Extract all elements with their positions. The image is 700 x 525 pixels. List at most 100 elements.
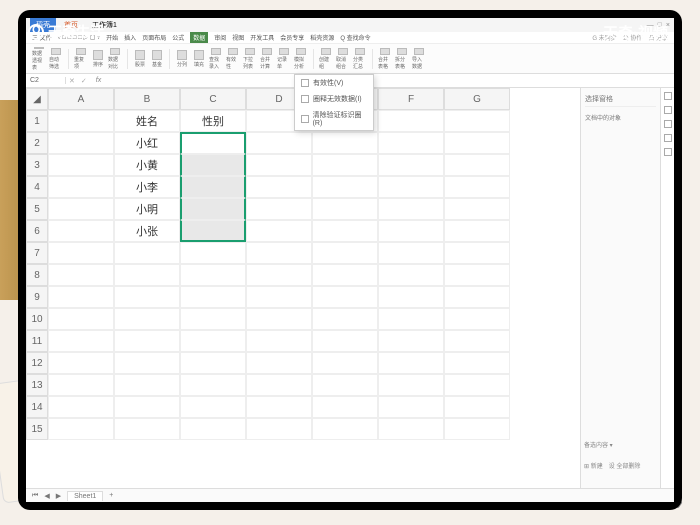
name-box[interactable]: C2 (26, 77, 66, 84)
col-header-A[interactable]: A (48, 88, 114, 110)
cell-G2[interactable] (444, 132, 510, 154)
cell-A14[interactable] (48, 396, 114, 418)
cell-B15[interactable] (114, 418, 180, 440)
cell-C8[interactable] (180, 264, 246, 286)
row-header-4[interactable]: 4 (26, 176, 48, 198)
cell-A7[interactable] (48, 242, 114, 264)
fx-ok-icon[interactable]: ✓ (78, 77, 90, 85)
col-header-C[interactable]: C (180, 88, 246, 110)
cell-E5[interactable] (312, 198, 378, 220)
cell-B13[interactable] (114, 374, 180, 396)
cell-C11[interactable] (180, 330, 246, 352)
first-sheet-icon[interactable]: ⏮ (32, 492, 38, 500)
cell-G1[interactable] (444, 110, 510, 132)
cell-D14[interactable] (246, 396, 312, 418)
row-header-15[interactable]: 15 (26, 418, 48, 440)
cell-B3[interactable]: 小黄 (114, 154, 180, 176)
cell-C1[interactable]: 性别 (180, 110, 246, 132)
cell-E6[interactable] (312, 220, 378, 242)
cell-F15[interactable] (378, 418, 444, 440)
ribbon-split[interactable]: 分列 (175, 48, 189, 70)
col-header-B[interactable]: B (114, 88, 180, 110)
cell-D4[interactable] (246, 176, 312, 198)
cell-G11[interactable] (444, 330, 510, 352)
cell-C6[interactable] (180, 220, 246, 242)
cell-D3[interactable] (246, 154, 312, 176)
sidetab-5[interactable] (664, 148, 672, 156)
cell-E11[interactable] (312, 330, 378, 352)
cell-C9[interactable] (180, 286, 246, 308)
cell-G14[interactable] (444, 396, 510, 418)
cell-D6[interactable] (246, 220, 312, 242)
cell-E3[interactable] (312, 154, 378, 176)
ribbon-lookup[interactable]: 查找录入 (209, 48, 223, 70)
cell-E14[interactable] (312, 396, 378, 418)
fx-label[interactable]: fx (90, 77, 107, 84)
add-sheet-button[interactable]: + (109, 492, 113, 499)
ribbon-validation[interactable]: 有效性 (226, 48, 240, 70)
cell-A2[interactable] (48, 132, 114, 154)
cell-C3[interactable] (180, 154, 246, 176)
cell-D10[interactable] (246, 308, 312, 330)
cell-G6[interactable] (444, 220, 510, 242)
cell-E15[interactable] (312, 418, 378, 440)
ribbon-form[interactable]: 记录单 (277, 48, 291, 70)
cell-F10[interactable] (378, 308, 444, 330)
ribbon-fund[interactable]: 基金 (150, 48, 164, 70)
dropdown-clear-circles[interactable]: 清除验证标识圈(R) (295, 107, 373, 130)
cell-G5[interactable] (444, 198, 510, 220)
ribbon-splittbl[interactable]: 拆分表格 (395, 48, 409, 70)
cell-D15[interactable] (246, 418, 312, 440)
row-header-11[interactable]: 11 (26, 330, 48, 352)
menu-resources[interactable]: 稻壳资源 (310, 33, 334, 42)
cell-F12[interactable] (378, 352, 444, 374)
ribbon-whatif[interactable]: 模拟分析 (294, 48, 308, 70)
cell-A1[interactable] (48, 110, 114, 132)
spreadsheet-grid[interactable]: ◢ABCDEFG1姓名性别2小红3小黄4小李5小明6小张789101112131… (26, 88, 580, 440)
cell-B8[interactable] (114, 264, 180, 286)
ribbon-ungroup[interactable]: 取消组合 (336, 48, 350, 70)
cell-A3[interactable] (48, 154, 114, 176)
dropdown-circle-invalid[interactable]: 圈释无效数据(I) (295, 91, 373, 107)
cell-E10[interactable] (312, 308, 378, 330)
cell-B2[interactable]: 小红 (114, 132, 180, 154)
cell-B6[interactable]: 小张 (114, 220, 180, 242)
row-header-14[interactable]: 14 (26, 396, 48, 418)
cell-F1[interactable] (378, 110, 444, 132)
cell-D2[interactable] (246, 132, 312, 154)
cell-F13[interactable] (378, 374, 444, 396)
cell-B4[interactable]: 小李 (114, 176, 180, 198)
row-header-2[interactable]: 2 (26, 132, 48, 154)
col-header-G[interactable]: G (444, 88, 510, 110)
cell-C13[interactable] (180, 374, 246, 396)
row-header-9[interactable]: 9 (26, 286, 48, 308)
cell-D7[interactable] (246, 242, 312, 264)
cell-F2[interactable] (378, 132, 444, 154)
cell-F6[interactable] (378, 220, 444, 242)
menu-formula[interactable]: 公式 (172, 33, 184, 42)
ribbon-dup[interactable]: 重复项 (74, 48, 88, 70)
menu-layout[interactable]: 页面布局 (142, 33, 166, 42)
cell-C7[interactable] (180, 242, 246, 264)
delete-all-button[interactable]: 设 全部删除 (609, 461, 641, 470)
menu-view[interactable]: 视图 (232, 33, 244, 42)
sidetab-3[interactable] (664, 120, 672, 128)
cell-B12[interactable] (114, 352, 180, 374)
cell-A12[interactable] (48, 352, 114, 374)
cell-A10[interactable] (48, 308, 114, 330)
cell-E12[interactable] (312, 352, 378, 374)
cell-G3[interactable] (444, 154, 510, 176)
cell-B9[interactable] (114, 286, 180, 308)
cell-G15[interactable] (444, 418, 510, 440)
ribbon-consolidate[interactable]: 合并计算 (260, 48, 274, 70)
cell-B14[interactable] (114, 396, 180, 418)
ribbon-merge[interactable]: 合并表格 (378, 48, 392, 70)
cell-A8[interactable] (48, 264, 114, 286)
ribbon-subtotal[interactable]: 分类汇总 (353, 48, 367, 70)
cell-C12[interactable] (180, 352, 246, 374)
cell-B5[interactable]: 小明 (114, 198, 180, 220)
cell-A11[interactable] (48, 330, 114, 352)
row-header-8[interactable]: 8 (26, 264, 48, 286)
fx-cancel-icon[interactable]: ✕ (66, 77, 78, 85)
cell-A15[interactable] (48, 418, 114, 440)
